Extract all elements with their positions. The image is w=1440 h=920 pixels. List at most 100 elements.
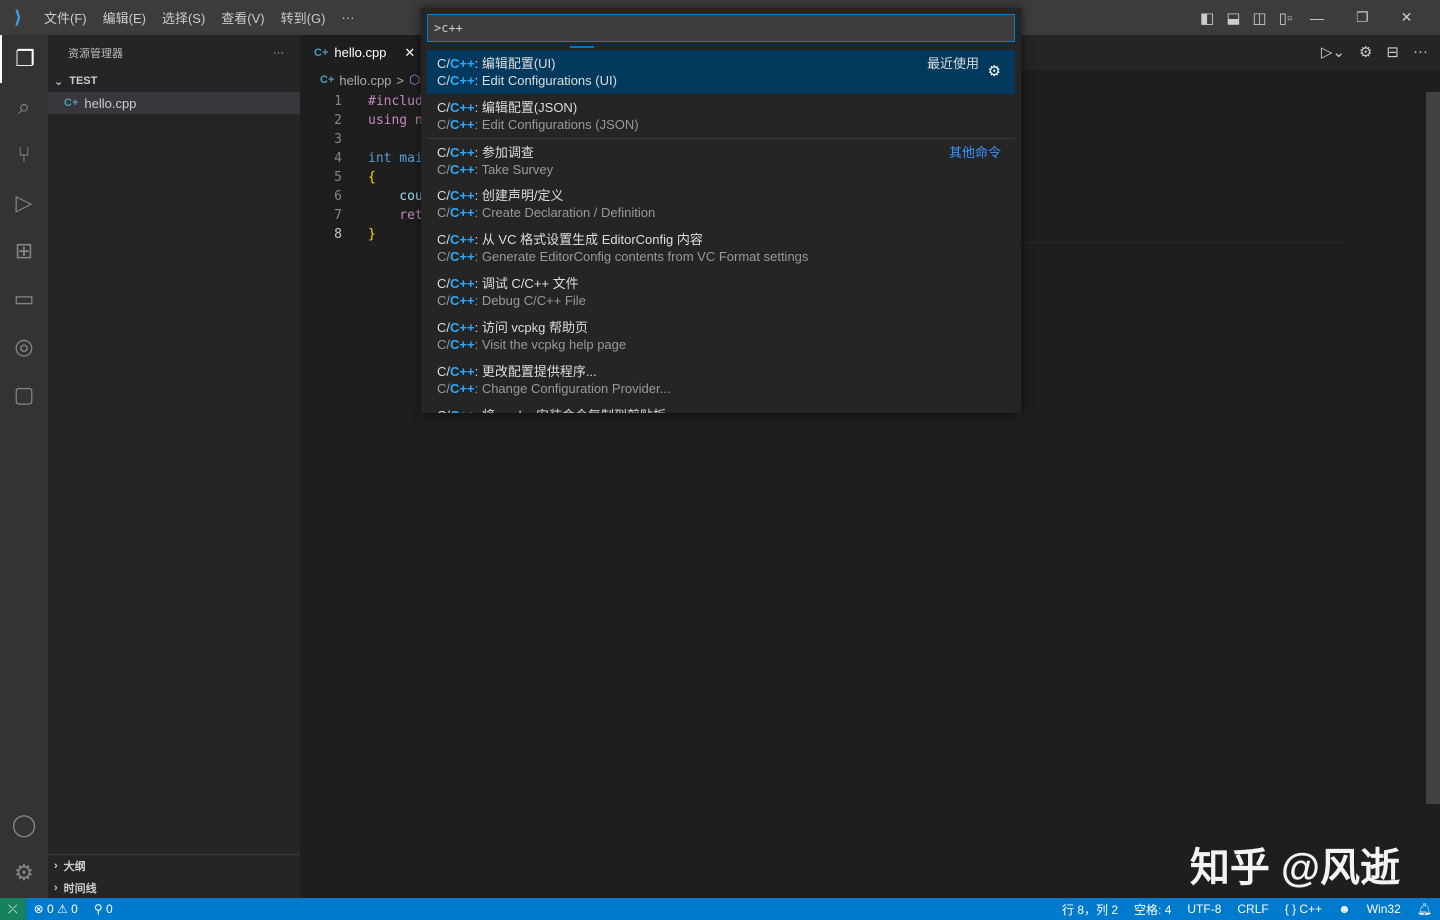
cpp-file-icon: C+ — [314, 47, 328, 59]
colon: : — [475, 145, 482, 160]
git-graph-icon[interactable]: ◎ — [0, 323, 48, 371]
menu-edit[interactable]: 编辑(E) — [95, 8, 154, 27]
search-icon[interactable]: ⌕ — [0, 83, 48, 131]
language-mode[interactable]: { } C++ — [1277, 902, 1330, 916]
line-number: 5 — [300, 170, 342, 185]
breadcrumb-file[interactable]: hello.cpp — [339, 73, 391, 88]
match-highlight: C++ — [450, 232, 475, 247]
explorer-icon[interactable]: ❐ — [0, 35, 48, 83]
colon: : — [475, 73, 482, 88]
code-editor[interactable]: 1#includ2using n34int mai5{6 cou7 ret8} — [300, 92, 423, 244]
menu-go[interactable]: 转到(G) — [273, 8, 334, 27]
match-highlight: C++ — [450, 145, 475, 160]
restore-button[interactable]: ❐ — [1356, 9, 1369, 26]
explorer-more-button[interactable]: ··· — [273, 47, 284, 59]
command-item[interactable]: C/C++: 调试 C/C++ 文件C/C++: Debug C/C++ Fil… — [427, 270, 1015, 314]
outline-section[interactable]: ›大纲 — [48, 855, 300, 877]
more-actions-icon[interactable]: ··· — [1413, 43, 1428, 61]
command-label-zh: 更改配置提供程序... — [482, 364, 597, 379]
account-icon[interactable]: ◯ — [0, 801, 48, 849]
command-label-en: Edit Configurations (UI) — [482, 73, 617, 88]
timeline-section[interactable]: ›时间线 — [48, 877, 300, 899]
symbol-icon: ⬡ — [409, 72, 420, 88]
toggle-secondary-sidebar-icon[interactable]: ◫ — [1252, 9, 1266, 27]
comments-icon[interactable]: ▢ — [0, 371, 48, 419]
command-item[interactable]: C/C++: 从 VC 格式设置生成 EditorConfig 内容C/C++:… — [427, 226, 1015, 270]
command-item[interactable]: C/C++: 参加调查C/C++: Take Survey其他命令 — [427, 138, 1015, 182]
prefix: C/ — [437, 145, 450, 160]
command-label: C/C++: 更改配置提供程序... — [437, 361, 597, 380]
colon: : — [475, 249, 482, 264]
run-debug-dropdown-icon[interactable]: ▷⌄ — [1321, 43, 1345, 61]
remote-explorer-icon[interactable]: ▭ — [0, 275, 48, 323]
line-number: 8 — [300, 227, 342, 242]
colon: : — [475, 162, 482, 177]
indentation[interactable]: 空格: 4 — [1126, 901, 1179, 918]
toggle-sidebar-icon[interactable]: ◧ — [1200, 9, 1214, 27]
cursor-position[interactable]: 行 8，列 2 — [1054, 901, 1126, 918]
line-text: } — [368, 227, 376, 242]
command-item[interactable]: C/C++: 创建声明/定义C/C++: Create Declaration … — [427, 182, 1015, 226]
source-control-icon[interactable]: ⑂ — [0, 131, 48, 179]
toggle-panel-icon[interactable]: ⬓ — [1226, 9, 1240, 27]
command-item[interactable]: C/C++: 编辑配置(UI)C/C++: Edit Configuration… — [427, 50, 1015, 94]
copilot-icon[interactable]: ☻ — [1330, 902, 1359, 916]
vscode-logo-icon: ⟩ — [0, 7, 36, 28]
prefix: C/ — [437, 188, 450, 203]
command-detail: C/C++: Debug C/C++ File — [437, 293, 586, 308]
run-debug-icon[interactable]: ▷ — [0, 179, 48, 227]
close-window-button[interactable]: ✕ — [1401, 9, 1413, 26]
prefix: C/ — [437, 381, 450, 396]
chevron-down-icon: ⌄ — [54, 75, 63, 88]
command-label-zh: 参加调查 — [482, 145, 534, 160]
command-palette-input[interactable]: >c++ — [427, 14, 1015, 42]
match-highlight: C++ — [450, 276, 475, 291]
prefix: C/ — [437, 73, 450, 88]
editor-settings-icon[interactable]: ⚙ — [1359, 43, 1372, 61]
warning-count: 0 — [71, 902, 78, 916]
menu-view[interactable]: 查看(V) — [213, 8, 272, 27]
configure-keybinding-gear-icon[interactable]: ⚙ — [988, 62, 1001, 80]
menu-selection[interactable]: 选择(S) — [154, 8, 213, 27]
encoding[interactable]: UTF-8 — [1179, 902, 1229, 916]
command-label-en: Change Configuration Provider... — [482, 381, 671, 396]
command-item[interactable]: C/C++: 访问 vcpkg 帮助页C/C++: Visit the vcpk… — [427, 314, 1015, 358]
colon: : — [475, 188, 482, 203]
command-label: C/C++: 编辑配置(JSON) — [437, 97, 577, 116]
extensions-icon[interactable]: ⊞ — [0, 227, 48, 275]
match-highlight: C++ — [450, 117, 475, 132]
command-label-zh: 将 vcpkg 安装命令复制到剪贴板 — [482, 408, 666, 413]
ports-indicator[interactable]: ⚲ 0 — [86, 902, 121, 916]
command-item[interactable]: C/C++: 将 vcpkg 安装命令复制到剪贴板 — [427, 402, 1015, 413]
match-highlight: C++ — [450, 205, 475, 220]
problems-indicator[interactable]: ⊗ 0 ⚠ 0 — [26, 902, 86, 916]
command-item[interactable]: C/C++: 更改配置提供程序...C/C++: Change Configur… — [427, 358, 1015, 402]
settings-gear-icon[interactable]: ⚙ — [0, 849, 48, 897]
remote-indicator-icon[interactable]: ⤫ — [0, 898, 26, 920]
file-hello-cpp[interactable]: C+hello.cpp — [48, 92, 300, 114]
line-ending[interactable]: CRLF — [1229, 902, 1276, 916]
minimize-button[interactable]: — — [1310, 10, 1324, 26]
command-label-zh: 调试 C/C++ 文件 — [482, 276, 579, 291]
tab-hello-cpp[interactable]: C+hello.cpp✕ — [300, 35, 420, 70]
notifications-bell-icon[interactable]: 🔔︎ — [1409, 902, 1440, 916]
prefix: C/ — [437, 117, 450, 132]
code-line: 1#includ — [300, 92, 423, 111]
colon: : — [475, 56, 482, 71]
customize-layout-icon[interactable]: ▯▫ — [1279, 9, 1293, 27]
menu-file[interactable]: 文件(F) — [36, 8, 95, 27]
activity-bar: ❐ ⌕ ⑂ ▷ ⊞ ▭ ◎ ▢ ◯ ⚙ — [0, 35, 48, 898]
code-line: 8} — [300, 225, 423, 244]
command-label-en: Edit Configurations (JSON) — [482, 117, 639, 132]
editor-scrollbar[interactable] — [1426, 92, 1440, 804]
tab-close-button[interactable]: ✕ — [404, 45, 415, 61]
command-item[interactable]: C/C++: 编辑配置(JSON)C/C++: Edit Configurati… — [427, 94, 1015, 138]
colon: : — [475, 408, 482, 413]
folder-test[interactable]: ⌄TEST — [48, 70, 300, 92]
platform-config[interactable]: Win32 — [1359, 902, 1409, 916]
colon: : — [475, 117, 482, 132]
split-editor-icon[interactable]: ⊟ — [1386, 43, 1399, 61]
match-highlight: C++ — [450, 100, 475, 115]
code-line: 7 ret — [300, 206, 423, 225]
menu-more[interactable]: ··· — [333, 10, 362, 25]
